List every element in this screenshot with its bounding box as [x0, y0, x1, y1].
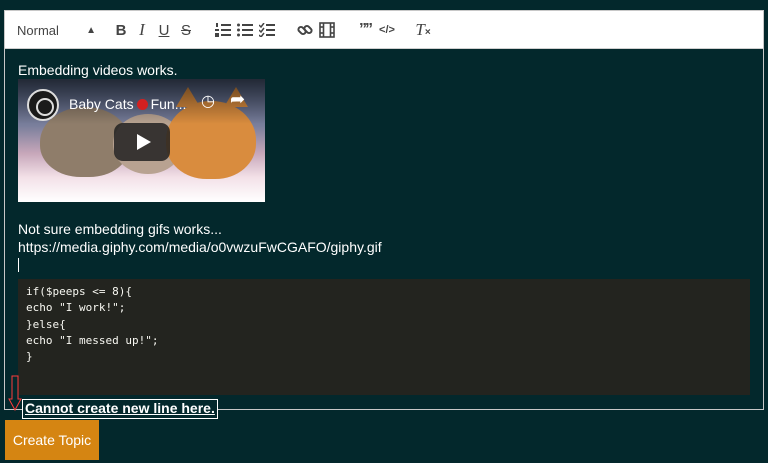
video-title[interactable]: Baby Cats Fun... — [69, 96, 186, 112]
create-topic-button[interactable]: Create Topic — [5, 420, 99, 460]
embedded-video[interactable]: Baby Cats Fun... ◷ ➦ — [18, 79, 265, 202]
check-list-icon — [259, 23, 275, 37]
select-caret-icon: ▲ — [86, 24, 96, 36]
bold-icon: B — [115, 21, 127, 39]
url-text: https://media.giphy.com/media/o0vwzuFwCG… — [18, 239, 382, 255]
code-icon: </> — [379, 24, 395, 36]
underline-button[interactable]: U — [154, 20, 174, 40]
arrow-down-icon — [8, 375, 22, 411]
link-button[interactable] — [295, 20, 315, 40]
code-block[interactable]: if($peeps <= 8){ echo "I work!"; }else{ … — [18, 279, 750, 395]
watch-later-icon[interactable]: ◷ — [201, 91, 215, 111]
underline-icon: U — [158, 21, 170, 39]
play-button[interactable] — [114, 123, 170, 161]
text-cursor — [18, 258, 19, 272]
red-dot-icon — [136, 99, 148, 110]
channel-avatar[interactable] — [27, 89, 59, 121]
format-select[interactable]: Normal ▲ — [17, 20, 96, 40]
text-line: Not sure embedding gifs works... — [18, 221, 222, 237]
text-line: Embedding videos works. — [18, 62, 178, 78]
strike-icon: S — [180, 21, 191, 39]
italic-icon: I — [139, 20, 145, 39]
annotation-label: Cannot create new line here. — [22, 399, 218, 419]
italic-button[interactable]: I — [132, 20, 152, 40]
strike-button[interactable]: S — [176, 20, 196, 40]
bold-button[interactable]: B — [111, 20, 131, 40]
bullet-list-button[interactable] — [235, 20, 255, 40]
bullet-list-icon — [237, 23, 253, 37]
link-icon — [297, 24, 313, 36]
page: Normal ▲ B I U S ”” </> T× Embedding vid… — [0, 0, 768, 463]
code-button[interactable]: </> — [377, 20, 397, 40]
share-icon[interactable]: ➦ — [230, 89, 245, 110]
check-list-button[interactable] — [257, 20, 277, 40]
clear-format-icon: T× — [415, 20, 431, 39]
editor-toolbar: Normal ▲ B I U S ”” </> T× — [5, 11, 763, 49]
rich-text-editor: Normal ▲ B I U S ”” </> T× Embedding vid… — [4, 10, 764, 410]
ordered-list-button[interactable] — [213, 20, 233, 40]
video-icon — [319, 22, 335, 38]
editor-content[interactable]: Embedding videos works. Baby Cats Fun... … — [5, 50, 763, 410]
ordered-list-icon — [215, 23, 231, 37]
video-button[interactable] — [317, 20, 337, 40]
clear-format-button[interactable]: T× — [413, 20, 433, 40]
format-select-value: Normal — [17, 22, 59, 38]
blockquote-button[interactable]: ”” — [355, 20, 375, 40]
header-strip — [0, 0, 768, 10]
blockquote-icon: ”” — [359, 21, 373, 38]
